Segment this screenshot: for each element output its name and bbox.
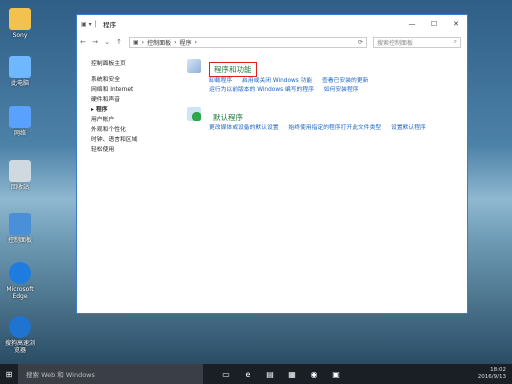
desktop-icon-edge[interactable]: Microsoft Edge [3, 262, 37, 300]
sogou-taskbar-icon[interactable]: ◉ [303, 370, 325, 379]
control-panel-small-icon: ▣ [133, 38, 139, 46]
programs-icon [187, 59, 201, 73]
minimize-button[interactable]: — [401, 20, 423, 28]
default-programs-links: 更改媒体或设备的默认设置 始终使用指定的程序打开此文件类型 设置默认程序 [209, 124, 457, 133]
main-panel: 程序和功能 卸载程序 启用或关闭 Windows 功能 查看已安装的更新 运行为… [187, 57, 457, 143]
address-field[interactable]: ▣ › 控制面板 › 程序 › ⟳ [129, 36, 367, 48]
desktop-icon-user[interactable]: Sony [3, 8, 37, 39]
desktop-icon-label: 网络 [13, 130, 26, 137]
control-panel-window: ▣ ▾ │ 程序 — ☐ ✕ ← → ⌄ ↑ ▣ › 控制面板 › 程序 › ⟳… [76, 14, 468, 314]
nav-clock-region[interactable]: 时钟、语言和区域 [91, 135, 181, 145]
desktop-icon-computer[interactable]: 此电脑 [3, 56, 37, 87]
nav-hardware-sound[interactable]: 硬件和声音 [91, 95, 181, 105]
desktop-icon-recycle-bin[interactable]: 回收站 [3, 160, 37, 191]
section-default-programs: 默认程序 更改媒体或设备的默认设置 始终使用指定的程序打开此文件类型 设置默认程… [187, 105, 457, 133]
nav-network-internet[interactable]: 网络和 Internet [91, 85, 181, 95]
nav-user-accounts[interactable]: 用户帐户 [91, 115, 181, 125]
quick-access-icons[interactable]: ▣ ▾ │ [81, 21, 97, 28]
how-to-install-link[interactable]: 如何安装程序 [324, 87, 359, 93]
user-folder-icon [9, 8, 31, 30]
taskbar: ⊞ 搜索 Web 和 Windows ▭ e ▤ ▦ ◉ ▣ 18:02 201… [0, 364, 512, 384]
desktop-icon-label: Microsoft Edge [6, 286, 34, 300]
recent-chevron-icon[interactable]: ⌄ [101, 38, 113, 46]
refresh-icon[interactable]: ⟳ [358, 39, 363, 46]
store-icon[interactable]: ▦ [281, 370, 303, 379]
nav-system-security[interactable]: 系统和安全 [91, 75, 181, 85]
forward-arrow-icon[interactable]: → [89, 38, 101, 46]
nav-ease-of-access[interactable]: 轻松使用 [91, 145, 181, 155]
media-defaults-link[interactable]: 更改媒体或设备的默认设置 [209, 125, 279, 131]
control-panel-icon [9, 213, 31, 235]
desktop-icon-label: 搜狗高速浏览器 [4, 340, 35, 354]
maximize-button[interactable]: ☐ [423, 20, 445, 28]
desktop-icon-label: Sony [12, 32, 28, 39]
section-programs-features: 程序和功能 卸载程序 启用或关闭 Windows 功能 查看已安装的更新 运行为… [187, 57, 457, 95]
address-bar-row: ← → ⌄ ↑ ▣ › 控制面板 › 程序 › ⟳ 搜索控制面板 ⌕ [77, 33, 467, 51]
breadcrumb-separator: › [141, 38, 145, 46]
installed-updates-link[interactable]: 查看已安装的更新 [322, 78, 368, 84]
nav-programs-label: 程序 [95, 107, 108, 113]
desktop-icon-label: 回收站 [10, 184, 29, 191]
up-arrow-icon[interactable]: ↑ [113, 38, 125, 46]
nav-home[interactable]: 控制面板主页 [91, 59, 181, 69]
window-title: 程序 [103, 21, 117, 29]
recycle-bin-icon [9, 160, 31, 182]
search-placeholder: 搜索控制面板 [377, 39, 414, 47]
desktop-icon-control-panel[interactable]: 控制面板 [3, 213, 37, 244]
sogou-icon [9, 316, 31, 338]
breadcrumb-separator: › [194, 38, 197, 46]
windows-features-link[interactable]: 启用或关闭 Windows 功能 [242, 78, 312, 84]
compat-programs-link[interactable]: 运行为以前版本的 Windows 编写的程序 [209, 87, 314, 93]
windows-start-icon[interactable]: ⊞ [0, 370, 18, 379]
nav-appearance[interactable]: 外观和个性化 [91, 125, 181, 135]
network-icon [9, 106, 31, 128]
default-programs-title[interactable]: 默认程序 [209, 111, 247, 124]
breadcrumb-programs[interactable]: 程序 [180, 38, 192, 47]
computer-icon [9, 56, 31, 78]
taskbar-search[interactable]: 搜索 Web 和 Windows [18, 364, 203, 384]
edge-taskbar-icon[interactable]: e [237, 370, 259, 379]
taskbar-search-text: 搜索 Web 和 Windows [26, 371, 95, 379]
programs-features-title[interactable]: 程序和功能 [209, 62, 257, 77]
desktop-icon-label: 控制面板 [7, 237, 32, 244]
content-area: 控制面板主页 系统和安全 网络和 Internet 硬件和声音 ▸ 程序 用户帐… [77, 51, 467, 313]
clock-time: 18:02 [490, 367, 506, 373]
programs-links: 卸载程序 启用或关闭 Windows 功能 查看已安装的更新 运行为以前版本的 … [209, 77, 457, 95]
clock-date: 2016/9/13 [477, 374, 506, 380]
breadcrumb-separator: › [174, 38, 177, 46]
close-button[interactable]: ✕ [445, 20, 467, 28]
back-arrow-icon[interactable]: ← [77, 38, 89, 46]
task-view-icon[interactable]: ▭ [215, 370, 237, 379]
file-type-link[interactable]: 始终使用指定的程序打开此文件类型 [288, 125, 381, 131]
search-icon[interactable]: ⌕ [454, 38, 457, 46]
set-defaults-link[interactable]: 设置默认程序 [391, 125, 426, 131]
title-bar: ▣ ▾ │ 程序 — ☐ ✕ [77, 15, 467, 33]
file-explorer-icon[interactable]: ▤ [259, 370, 281, 379]
desktop-icon-label: 此电脑 [10, 80, 29, 87]
desktop-icon-sogou[interactable]: 搜狗高速浏览器 [3, 316, 37, 354]
default-programs-icon [187, 107, 201, 121]
edge-icon [9, 262, 31, 284]
system-tray[interactable]: 18:02 2016/9/13 [478, 367, 506, 381]
desktop-icon-network[interactable]: 网络 [3, 106, 37, 137]
nav-programs-current: ▸ 程序 [91, 105, 181, 115]
breadcrumb-control-panel[interactable]: 控制面板 [147, 38, 171, 47]
search-box[interactable]: 搜索控制面板 ⌕ [373, 36, 461, 48]
control-panel-taskbar-icon[interactable]: ▣ [325, 370, 347, 379]
uninstall-program-link[interactable]: 卸载程序 [209, 78, 232, 84]
left-navigation: 控制面板主页 系统和安全 网络和 Internet 硬件和声音 ▸ 程序 用户帐… [91, 59, 181, 155]
